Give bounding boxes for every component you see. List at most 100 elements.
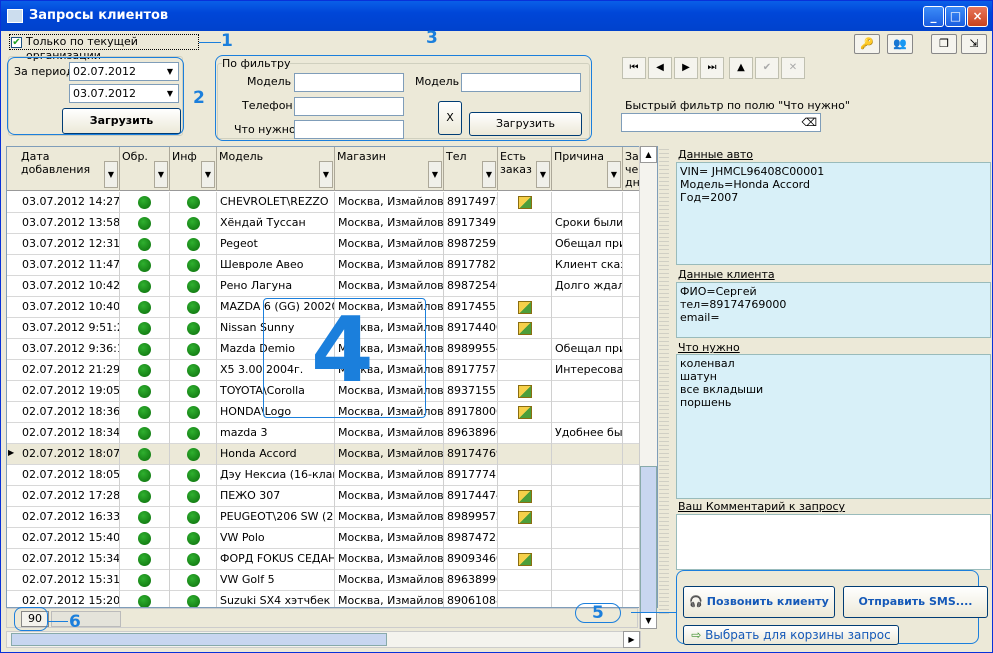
cell-date[interactable]: 02.07.2012 19:05:37 — [19, 381, 120, 402]
cell-tel[interactable]: 89174769 — [444, 444, 498, 465]
first-record-icon[interactable]: ⏮ — [622, 57, 646, 79]
cell-obr[interactable] — [120, 444, 170, 465]
cell-reason[interactable] — [552, 570, 623, 591]
cell-obr[interactable] — [120, 297, 170, 318]
cell-tel[interactable]: 89174972 — [444, 192, 498, 213]
cell-shop[interactable]: Москва, Измайловс — [335, 528, 444, 549]
cell-date[interactable]: 03.07.2012 12:31:53 — [19, 234, 120, 255]
up-icon[interactable]: ▲ — [729, 57, 753, 79]
cell-shop[interactable]: Москва, Измайловс — [335, 276, 444, 297]
table-row[interactable]: 02.07.2012 17:28:52 ПЕЖО 307Москва, Измай… — [7, 486, 657, 507]
cell-inf[interactable] — [170, 276, 217, 297]
cell-model[interactable]: ФОРД FOKUS СЕДАН — [217, 549, 335, 570]
cell-date[interactable]: 02.07.2012 17:28:52 — [19, 486, 120, 507]
cell-date[interactable]: 03.07.2012 14:27:02 — [19, 192, 120, 213]
cell-reason[interactable]: Обещал при — [552, 339, 623, 360]
client-data-box[interactable]: ФИО=Сергей тел=89174769000 email= — [676, 282, 991, 338]
cell-tel[interactable]: 89899554 — [444, 339, 498, 360]
cell-tel[interactable]: 89174474 — [444, 486, 498, 507]
cell-reason[interactable] — [552, 318, 623, 339]
cell-model[interactable]: Honda Accord — [217, 444, 335, 465]
close-button[interactable]: × — [967, 6, 988, 27]
cell-tel[interactable]: 89874725 — [444, 528, 498, 549]
cell-inf[interactable] — [170, 465, 217, 486]
clear-filter-button[interactable]: X — [438, 101, 462, 135]
cell-model[interactable]: Хёндай Туссан — [217, 213, 335, 234]
chevron-down-icon[interactable]: ▼ — [163, 64, 177, 79]
cell-order[interactable] — [498, 528, 552, 549]
cell-date[interactable]: 03.07.2012 10:42:45 — [19, 276, 120, 297]
cell-date[interactable]: 02.07.2012 18:07:05 — [19, 444, 120, 465]
vertical-scrollbar[interactable]: ▲ ▼ — [639, 146, 657, 629]
last-record-icon[interactable]: ⏭ — [700, 57, 724, 79]
table-row[interactable]: 02.07.2012 15:20:16 Suzuki SX4 хэтчбекМос… — [7, 591, 657, 607]
chevron-down-icon[interactable]: ▼ — [428, 161, 442, 188]
users-icon[interactable]: 👥 — [887, 34, 913, 54]
cell-tel[interactable]: 89177747 — [444, 465, 498, 486]
column-header[interactable]: Дата добавления ▼ — [19, 147, 120, 191]
minimize-button[interactable]: _ — [923, 6, 944, 27]
cell-inf[interactable] — [170, 381, 217, 402]
cell-inf[interactable] — [170, 360, 217, 381]
cell-reason[interactable]: Долго ждал — [552, 276, 623, 297]
cell-reason[interactable]: Обещал при — [552, 234, 623, 255]
cell-inf[interactable] — [170, 255, 217, 276]
hscroll-thumb[interactable] — [11, 633, 387, 646]
only-current-org-checkbox[interactable]: ✔ Только по текущей организации — [9, 34, 199, 62]
table-row[interactable]: 02.07.2012 18:05:47 Дэу Нексиа (16-клап.)… — [7, 465, 657, 486]
column-header[interactable]: Модель ▼ — [217, 147, 335, 191]
cell-model[interactable]: CHEVROLET\REZZO — [217, 192, 335, 213]
cell-order[interactable] — [498, 465, 552, 486]
cell-shop[interactable]: Москва, Измайловс — [335, 549, 444, 570]
cell-inf[interactable] — [170, 318, 217, 339]
cell-tel[interactable]: 89899572 — [444, 507, 498, 528]
cell-obr[interactable] — [120, 381, 170, 402]
cell-obr[interactable] — [120, 402, 170, 423]
filter-load-button[interactable]: Загрузить — [469, 112, 582, 136]
cell-inf[interactable] — [170, 423, 217, 444]
table-row[interactable]: 02.07.2012 15:40:59 VW PoloМосква, Измайл… — [7, 528, 657, 549]
chevron-down-icon[interactable]: ▼ — [607, 161, 621, 188]
cell-date[interactable]: 02.07.2012 21:29:51 — [19, 360, 120, 381]
cell-order[interactable] — [498, 360, 552, 381]
cell-tel[interactable]: 89638996 — [444, 570, 498, 591]
cell-obr[interactable] — [120, 423, 170, 444]
cell-model[interactable]: Дэу Нексиа (16-клап.) — [217, 465, 335, 486]
cell-tel[interactable]: 89177827 — [444, 255, 498, 276]
table-row[interactable]: 02.07.2012 18:34:29 mazda 3Москва, Измайл… — [7, 423, 657, 444]
table-row[interactable]: 03.07.2012 12:31:53 PegeotМосква, Измайло… — [7, 234, 657, 255]
cell-inf[interactable] — [170, 591, 217, 607]
column-header[interactable]: Инф ▼ — [170, 147, 217, 191]
table-row[interactable]: 02.07.2012 16:33:11 PEUGEOT\206 SW (2EМос… — [7, 507, 657, 528]
cell-date[interactable]: 02.07.2012 15:31:18 — [19, 570, 120, 591]
windows-icon[interactable]: ❐ — [931, 34, 957, 54]
column-header[interactable]: Есть заказ ▼ — [498, 147, 552, 191]
cell-obr[interactable] — [120, 360, 170, 381]
send-sms-button[interactable]: Отправить SMS.... — [843, 586, 988, 618]
table-row[interactable]: 03.07.2012 10:42:45 Рено ЛагунаМосква, Из… — [7, 276, 657, 297]
cell-reason[interactable] — [552, 486, 623, 507]
cell-date[interactable]: 03.07.2012 9:51:23 — [19, 318, 120, 339]
cell-shop[interactable]: Москва, Измайловс — [335, 465, 444, 486]
chevron-down-icon[interactable]: ▼ — [482, 161, 496, 188]
need-box[interactable]: коленвал шатун все вкладыши поршень — [676, 354, 991, 499]
cell-obr[interactable] — [120, 213, 170, 234]
cell-inf[interactable] — [170, 528, 217, 549]
cell-tel[interactable]: 89174400 — [444, 318, 498, 339]
cell-reason[interactable] — [552, 507, 623, 528]
cell-obr[interactable] — [120, 255, 170, 276]
scroll-right-icon[interactable]: ▶ — [623, 631, 640, 648]
cell-order[interactable] — [498, 423, 552, 444]
cell-reason[interactable]: Удобнее бы — [552, 423, 623, 444]
cell-order[interactable] — [498, 297, 552, 318]
cell-inf[interactable] — [170, 444, 217, 465]
chevron-down-icon[interactable]: ▼ — [163, 86, 177, 101]
splitter[interactable] — [659, 146, 669, 616]
cell-inf[interactable] — [170, 234, 217, 255]
checkbox-check-icon[interactable]: ✔ — [11, 37, 22, 48]
cell-date[interactable]: 03.07.2012 11:47:51 — [19, 255, 120, 276]
cell-reason[interactable]: Сроки были — [552, 213, 623, 234]
cell-shop[interactable]: Москва, Измайловс — [335, 255, 444, 276]
cell-obr[interactable] — [120, 486, 170, 507]
table-row[interactable]: 02.07.2012 15:34:05 ФОРД FOKUS СЕДАНМоскв… — [7, 549, 657, 570]
